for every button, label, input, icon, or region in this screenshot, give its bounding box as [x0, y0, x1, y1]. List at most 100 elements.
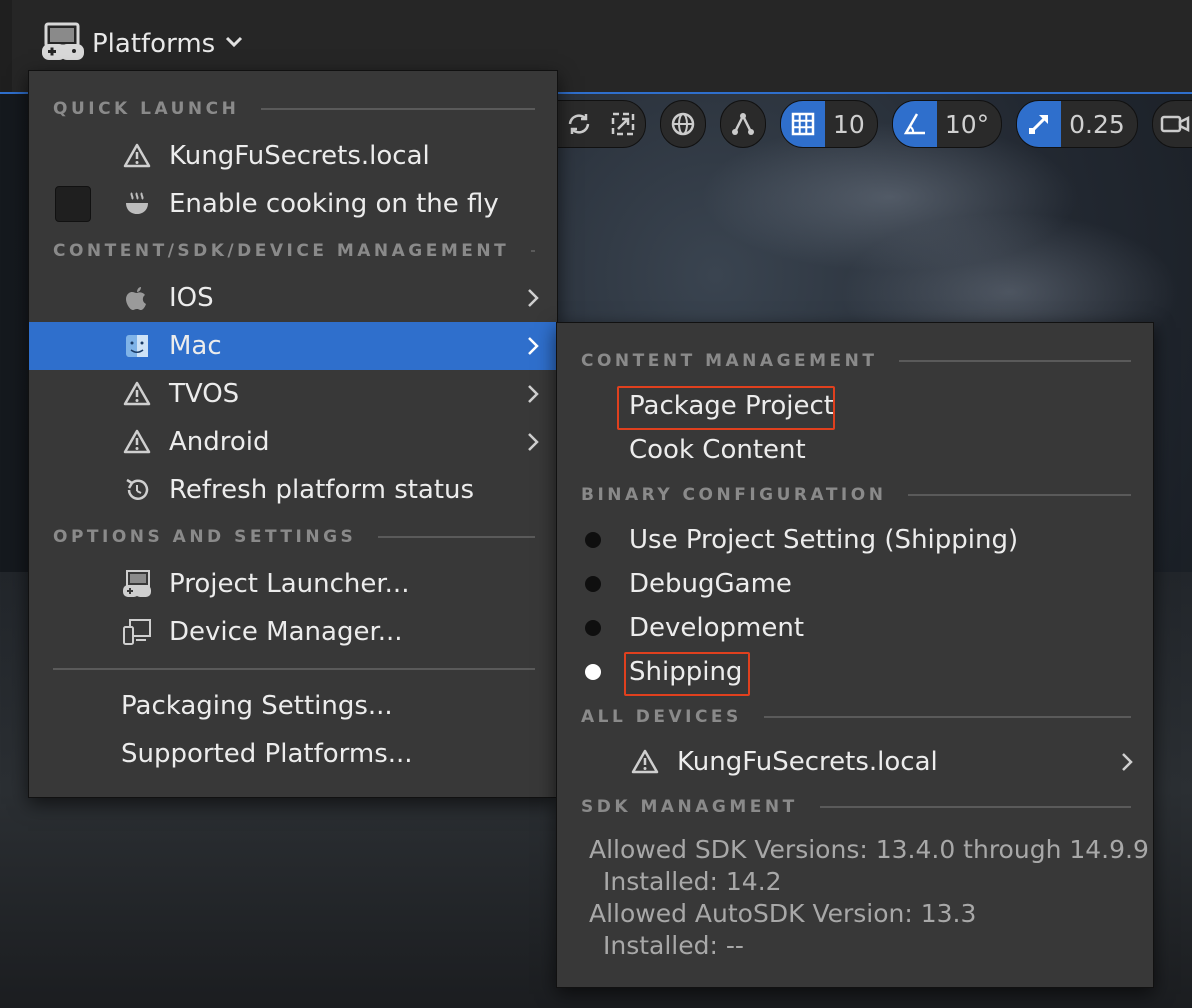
- platforms-icon: [40, 20, 84, 68]
- section-title: SDK MANAGMENT: [581, 797, 798, 817]
- enable-cooking-checkbox[interactable]: [55, 186, 91, 222]
- angle-snap-icon[interactable]: [892, 101, 937, 147]
- transform-group: [556, 100, 646, 148]
- apple-icon: [121, 282, 153, 314]
- section-title: CONTENT MANAGEMENT: [581, 351, 878, 371]
- mac-submenu: CONTENT MANAGEMENT Package Project Cook …: [556, 322, 1154, 988]
- platform-item-mac[interactable]: Mac: [29, 322, 557, 370]
- radio-button[interactable]: [585, 532, 601, 548]
- scale-snap-group: 0.25: [1016, 100, 1138, 148]
- rotate-icon[interactable]: [557, 101, 601, 147]
- package-project-item[interactable]: Package Project: [557, 384, 1153, 428]
- warning-icon: [121, 378, 153, 410]
- chevron-down-icon: [223, 31, 245, 57]
- project-launcher-label: Project Launcher...: [169, 569, 410, 599]
- section-divider: [261, 108, 535, 110]
- chevron-right-icon: [523, 432, 543, 452]
- refresh-icon: [121, 474, 153, 506]
- angle-snap-value[interactable]: 10°: [937, 110, 1001, 139]
- cook-content-item[interactable]: Cook Content: [557, 428, 1153, 472]
- section-divider: [908, 494, 1131, 496]
- section-title: CONTENT/SDK/DEVICE MANAGEMENT: [53, 241, 510, 261]
- scale-snap-icon[interactable]: [1017, 101, 1062, 147]
- content-sdk-header: CONTENT/SDK/DEVICE MANAGEMENT: [53, 241, 535, 261]
- coordinate-system-group: [660, 100, 706, 148]
- chevron-right-icon: [523, 288, 543, 308]
- project-launcher-item[interactable]: Project Launcher...: [29, 560, 557, 608]
- menu-divider: [53, 668, 535, 670]
- camera-icon[interactable]: [1153, 101, 1192, 147]
- refresh-label: Refresh platform status: [169, 475, 475, 505]
- config-label: Use Project Setting (Shipping): [629, 525, 1019, 555]
- section-title: OPTIONS AND SETTINGS: [53, 527, 357, 547]
- platform-label: Mac: [169, 331, 222, 361]
- config-development[interactable]: Development: [557, 606, 1153, 650]
- chevron-right-icon: [523, 336, 543, 356]
- radio-button[interactable]: [585, 576, 601, 592]
- section-divider: [819, 806, 1131, 808]
- device-manager-item[interactable]: Device Manager...: [29, 608, 557, 656]
- warning-icon: [121, 426, 153, 458]
- quick-launch-device[interactable]: KungFuSecrets.local: [29, 132, 557, 180]
- cooking-icon: [121, 188, 153, 220]
- config-label: Development: [629, 613, 805, 643]
- rotation-snap-group: 10°: [891, 100, 1003, 148]
- radio-button[interactable]: [585, 620, 601, 636]
- section-divider: [378, 536, 535, 538]
- section-divider: [531, 250, 535, 252]
- sdk-management-header: SDK MANAGMENT: [581, 797, 1131, 817]
- platform-item-android[interactable]: Android: [29, 418, 557, 466]
- platform-label: Android: [169, 427, 270, 457]
- cook-content-label: Cook Content: [629, 435, 806, 465]
- device-manager-label: Device Manager...: [169, 617, 403, 647]
- supported-platforms-label: Supported Platforms...: [121, 739, 413, 769]
- section-title: ALL DEVICES: [581, 707, 742, 727]
- package-project-label: Package Project: [629, 391, 834, 421]
- config-project-setting[interactable]: Use Project Setting (Shipping): [557, 518, 1153, 562]
- supported-platforms-item[interactable]: Supported Platforms...: [29, 730, 557, 778]
- all-devices-header: ALL DEVICES: [581, 707, 1131, 727]
- packaging-settings-item[interactable]: Packaging Settings...: [29, 682, 557, 730]
- content-management-header: CONTENT MANAGEMENT: [581, 351, 1131, 371]
- platforms-button[interactable]: Platforms: [40, 20, 245, 68]
- quick-launch-header: QUICK LAUNCH: [53, 99, 535, 119]
- autosdk-allowed-version: Allowed AutoSDK Version: 13.3: [589, 899, 977, 928]
- surface-snap-icon[interactable]: [721, 101, 765, 147]
- warning-icon: [629, 746, 661, 778]
- device-item[interactable]: KungFuSecrets.local: [557, 740, 1153, 784]
- camera-group: [1151, 100, 1192, 148]
- options-settings-header: OPTIONS AND SETTINGS: [53, 527, 535, 547]
- platform-item-tvos[interactable]: TVOS: [29, 370, 557, 418]
- sdk-installed: Installed: 14.2: [603, 867, 782, 896]
- enable-cooking-label: Enable cooking on the fly: [169, 189, 499, 219]
- scale-icon[interactable]: [601, 101, 645, 147]
- grid-snap-icon[interactable]: [781, 101, 825, 147]
- section-divider: [763, 716, 1131, 718]
- section-title: QUICK LAUNCH: [53, 99, 240, 119]
- viewport-toolbar: 10 10° 0.25: [556, 100, 1192, 148]
- grid-snap-value[interactable]: 10: [825, 110, 877, 139]
- autosdk-installed: Installed: --: [603, 931, 744, 960]
- finder-icon: [121, 330, 153, 362]
- config-shipping[interactable]: Shipping: [557, 650, 1153, 694]
- packaging-settings-label: Packaging Settings...: [121, 691, 393, 721]
- radio-button-selected[interactable]: [585, 664, 601, 680]
- config-debuggame[interactable]: DebugGame: [557, 562, 1153, 606]
- section-divider: [899, 360, 1131, 362]
- enable-cooking-toggle[interactable]: Enable cooking on the fly: [29, 180, 557, 228]
- config-label: DebugGame: [629, 569, 792, 599]
- warning-icon: [121, 140, 153, 172]
- globe-icon[interactable]: [661, 101, 705, 147]
- refresh-platform-status[interactable]: Refresh platform status: [29, 466, 557, 514]
- binary-configuration-header: BINARY CONFIGURATION: [581, 485, 1131, 505]
- device-label: KungFuSecrets.local: [169, 141, 430, 171]
- platforms-label: Platforms: [92, 29, 216, 59]
- platform-item-ios[interactable]: IOS: [29, 274, 557, 322]
- platform-label: TVOS: [169, 379, 240, 409]
- chevron-right-icon: [523, 384, 543, 404]
- section-title: BINARY CONFIGURATION: [581, 485, 887, 505]
- device-label: KungFuSecrets.local: [677, 747, 938, 777]
- surface-snap-group: [720, 100, 766, 148]
- chevron-right-icon: [1117, 752, 1137, 772]
- scale-snap-value[interactable]: 0.25: [1061, 110, 1137, 139]
